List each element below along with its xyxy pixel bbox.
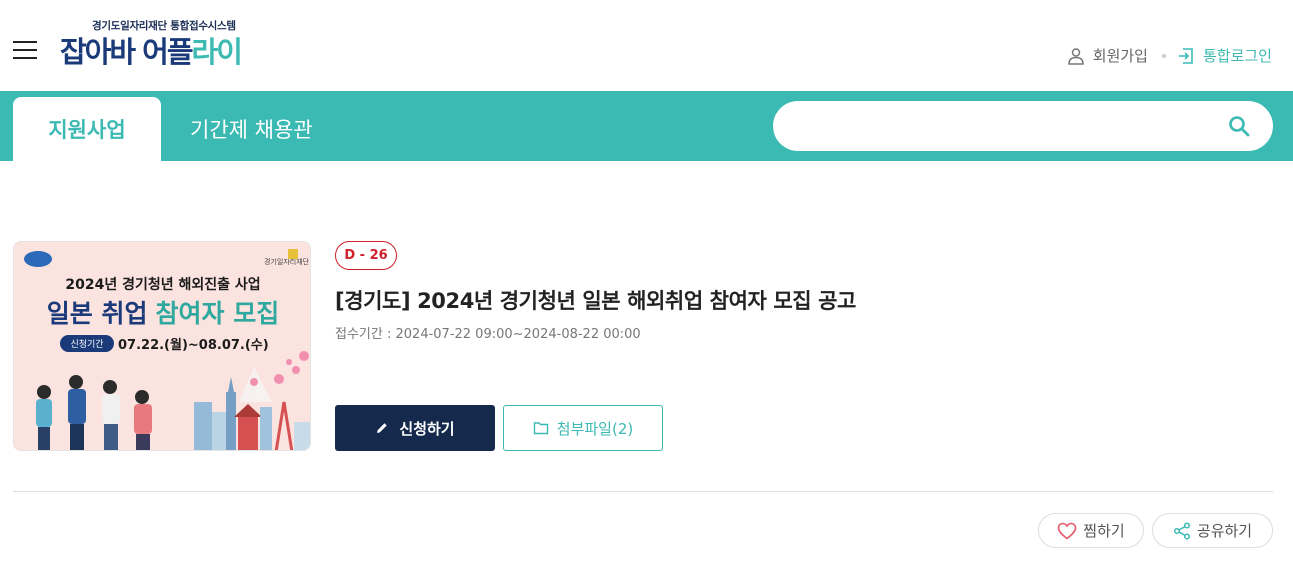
- poster-top-line: 2024년 경기청년 해외진출 사업: [65, 276, 260, 293]
- site-logo[interactable]: 경기도일자리재단 통합접수시스템 잡아바 어플라이: [60, 15, 280, 75]
- poster-headline-part2: 참여자 모집: [156, 299, 280, 328]
- tab-temporary-jobs[interactable]: 기간제 채용관: [190, 97, 313, 161]
- link-separator: [1161, 53, 1166, 58]
- poster-period-badge: 신청기간: [70, 339, 103, 350]
- login-icon: [1178, 47, 1193, 64]
- poster-badge-icon: [24, 251, 52, 267]
- share-icon: [1173, 521, 1190, 540]
- content-divider: [13, 491, 1273, 492]
- like-button[interactable]: 찜하기: [1038, 513, 1144, 548]
- login-label: 통합로그인: [1202, 47, 1272, 65]
- search-input[interactable]: [797, 113, 1217, 139]
- nav-band: 지원사업 기간제 채용관: [0, 91, 1293, 161]
- folder-icon: [533, 422, 548, 435]
- pencil-icon: [377, 423, 388, 433]
- post-thumbnail[interactable]: 경기일자리재단 2024년 경기청년 해외진출 사업 일본 취업 참여자 모집 신…: [13, 241, 311, 451]
- share-button[interactable]: 공유하기: [1152, 513, 1273, 548]
- dday-badge: D - 26: [335, 241, 397, 270]
- share-label: 공유하기: [1196, 522, 1253, 540]
- apply-button[interactable]: 신청하기: [335, 405, 495, 451]
- post-title[interactable]: [경기도] 2024년 경기청년 일본 해외취업 참여자 모집 공고: [335, 285, 856, 315]
- signup-label: 회원가입: [1092, 47, 1148, 65]
- logo-title: 잡아바 어플라이: [60, 34, 243, 70]
- user-icon: [1068, 47, 1084, 65]
- search-box: [773, 101, 1273, 151]
- logo-title-part1: 잡아바: [60, 35, 136, 69]
- search-icon: [1229, 116, 1250, 137]
- poster-headline-part1: 일본 취업: [47, 299, 148, 328]
- attachments-label: 첨부파일(2): [556, 419, 634, 438]
- logo-subtitle: 경기도일자리재단 통합접수시스템: [92, 20, 236, 32]
- logo-title-part2b: 라이: [191, 35, 243, 69]
- logo-title-part2a: 어플: [142, 35, 193, 69]
- apply-label: 신청하기: [399, 419, 455, 438]
- heart-icon: [1057, 522, 1077, 540]
- signup-link[interactable]: 회원가입: [1067, 45, 1148, 66]
- period-label: 접수기간 :: [335, 327, 392, 342]
- attachments-button[interactable]: 첨부파일(2): [503, 405, 663, 451]
- application-period: 접수기간 : 2024-07-22 09:00~2024-08-22 00:00: [335, 323, 641, 342]
- top-links: 회원가입 통합로그인: [1067, 45, 1272, 66]
- menu-icon[interactable]: [13, 41, 37, 59]
- poster-headline: 일본 취업 참여자 모집: [47, 299, 279, 328]
- period-value: 2024-07-22 09:00~2024-08-22 00:00: [395, 327, 641, 342]
- poster-period-text: 07.22.(월)~08.07.(수): [118, 337, 269, 353]
- poster-org: 경기일자리재단: [264, 257, 310, 266]
- search-button[interactable]: [1227, 114, 1251, 138]
- site-header: 경기도일자리재단 통합접수시스템 잡아바 어플라이 회원가입 통합로그인: [0, 0, 1293, 91]
- login-link[interactable]: 통합로그인: [1177, 45, 1272, 66]
- poster-image: 경기일자리재단 2024년 경기청년 해외진출 사업 일본 취업 참여자 모집 신…: [14, 242, 310, 450]
- like-label: 찜하기: [1083, 522, 1125, 540]
- tab-support-projects[interactable]: 지원사업: [13, 97, 161, 161]
